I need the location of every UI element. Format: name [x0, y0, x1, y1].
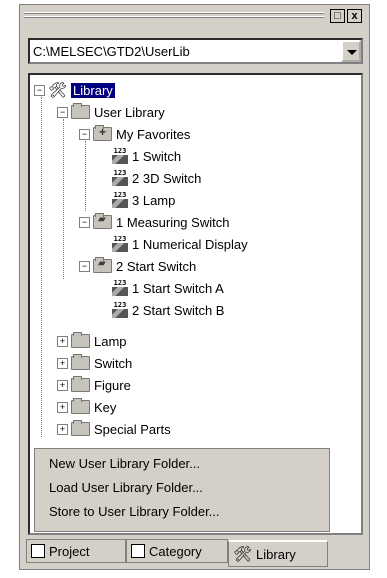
tree-node-library[interactable]: − 🛠 Library: [34, 79, 115, 101]
tab-library[interactable]: 🛠 Library: [228, 540, 328, 567]
tree-item-label: 1 Numerical Display: [132, 236, 248, 252]
parts-icon: 123: [112, 192, 128, 208]
float-button[interactable]: □: [330, 9, 345, 23]
float-icon: □: [334, 10, 341, 22]
collapse-icon[interactable]: −: [79, 260, 90, 272]
tree-item-start-switch-b[interactable]: 123 2 Start Switch B: [112, 299, 224, 321]
tree-node-figure[interactable]: + Figure: [57, 374, 131, 396]
project-icon: [31, 544, 45, 558]
tree-node-measuring-switch[interactable]: − 1 Measuring Switch: [79, 211, 229, 233]
tree-node-label: 1 Measuring Switch: [116, 214, 230, 230]
expand-icon[interactable]: +: [57, 423, 68, 435]
tree-node-label: Figure: [94, 377, 131, 393]
folder-icon: [71, 332, 90, 348]
drag-grip[interactable]: [24, 12, 324, 20]
menu-item-new-folder[interactable]: New User Library Folder...: [49, 456, 200, 471]
tree-item-label: 2 Start Switch B: [132, 302, 225, 318]
tab-project[interactable]: Project: [26, 539, 126, 563]
tree-node-label: Library: [71, 82, 115, 98]
library-panel: □ x C:\MELSEC\GTD2\UserLib − 🛠 Library −…: [19, 4, 370, 570]
tree-node-label: Key: [94, 399, 117, 415]
tree-node-switch[interactable]: + Switch: [57, 352, 132, 374]
menu-item-store-folder[interactable]: Store to User Library Folder...: [49, 504, 220, 519]
tree-item-label: 1 Switch: [132, 148, 182, 164]
tree-node-my-favorites[interactable]: − My Favorites: [79, 123, 190, 145]
tools-icon: 🛠: [233, 545, 253, 563]
folder-icon: [71, 103, 90, 119]
tree-node-label: Special Parts: [94, 421, 171, 437]
collapse-icon[interactable]: −: [79, 128, 90, 140]
tree-item-start-switch-a[interactable]: 123 1 Start Switch A: [112, 277, 224, 299]
tree-node-start-switch[interactable]: − 2 Start Switch: [79, 255, 196, 277]
tree-node-label: 2 Start Switch: [116, 258, 197, 274]
library-path-value: C:\MELSEC\GTD2\UserLib: [33, 44, 190, 59]
collapse-icon[interactable]: −: [34, 84, 45, 96]
category-icon: [131, 544, 145, 558]
panel-tabs: Project Category 🛠 Library: [20, 539, 371, 571]
folder-icon: [71, 420, 90, 436]
tree-item-label: 1 Start Switch A: [132, 280, 224, 296]
tree-node-lamp[interactable]: + Lamp: [57, 330, 127, 352]
favorites-folder-icon: [93, 125, 112, 141]
tree-node-label: Switch: [94, 355, 133, 371]
tree-item-3d-switch[interactable]: 123 2 3D Switch: [112, 167, 201, 189]
tree-node-special-parts[interactable]: + Special Parts: [57, 418, 171, 440]
tree-item-label: 3 Lamp: [132, 192, 176, 208]
tools-icon: 🛠: [48, 81, 68, 99]
tree-node-label: My Favorites: [116, 126, 191, 142]
parts-icon: 123: [112, 280, 128, 296]
expand-icon[interactable]: +: [57, 401, 68, 413]
tab-category[interactable]: Category: [126, 539, 228, 563]
expand-icon[interactable]: +: [57, 379, 68, 391]
context-menu: New User Library Folder... Load User Lib…: [34, 448, 330, 532]
parts-icon: 123: [112, 302, 128, 318]
switch-folder-icon: [93, 213, 112, 229]
tab-label: Project: [49, 543, 90, 559]
folder-icon: [71, 398, 90, 414]
close-icon: x: [351, 10, 358, 22]
tree-item-switch[interactable]: 123 1 Switch: [112, 145, 181, 167]
expand-icon[interactable]: +: [57, 357, 68, 369]
tree-line: [85, 141, 86, 211]
panel-titlebar[interactable]: □ x: [24, 9, 365, 25]
tree-node-key[interactable]: + Key: [57, 396, 116, 418]
expand-icon[interactable]: +: [57, 335, 68, 347]
tree-node-label: Lamp: [94, 333, 127, 349]
close-button[interactable]: x: [347, 9, 362, 23]
tree-line: [41, 97, 42, 437]
folder-icon: [71, 376, 90, 392]
tree-item-numerical-display[interactable]: 123 1 Numerical Display: [112, 233, 248, 255]
switch-folder-icon: [93, 257, 112, 273]
parts-icon: 123: [112, 170, 128, 186]
tree-item-lamp[interactable]: 123 3 Lamp: [112, 189, 175, 211]
tree-node-label: User Library: [94, 104, 165, 120]
library-path-combo[interactable]: C:\MELSEC\GTD2\UserLib: [28, 38, 363, 64]
menu-item-load-folder[interactable]: Load User Library Folder...: [49, 480, 203, 495]
tree-line: [63, 119, 64, 279]
combo-dropdown-button[interactable]: [341, 40, 361, 62]
tree-item-label: 2 3D Switch: [132, 170, 202, 186]
parts-icon: 123: [112, 148, 128, 164]
tab-label: Library: [256, 546, 296, 562]
folder-icon: [71, 354, 90, 370]
tab-label: Category: [149, 543, 202, 559]
parts-icon: 123: [112, 236, 128, 252]
collapse-icon[interactable]: −: [79, 216, 90, 228]
tree-node-user-library[interactable]: − User Library: [57, 101, 165, 123]
collapse-icon[interactable]: −: [57, 106, 68, 118]
